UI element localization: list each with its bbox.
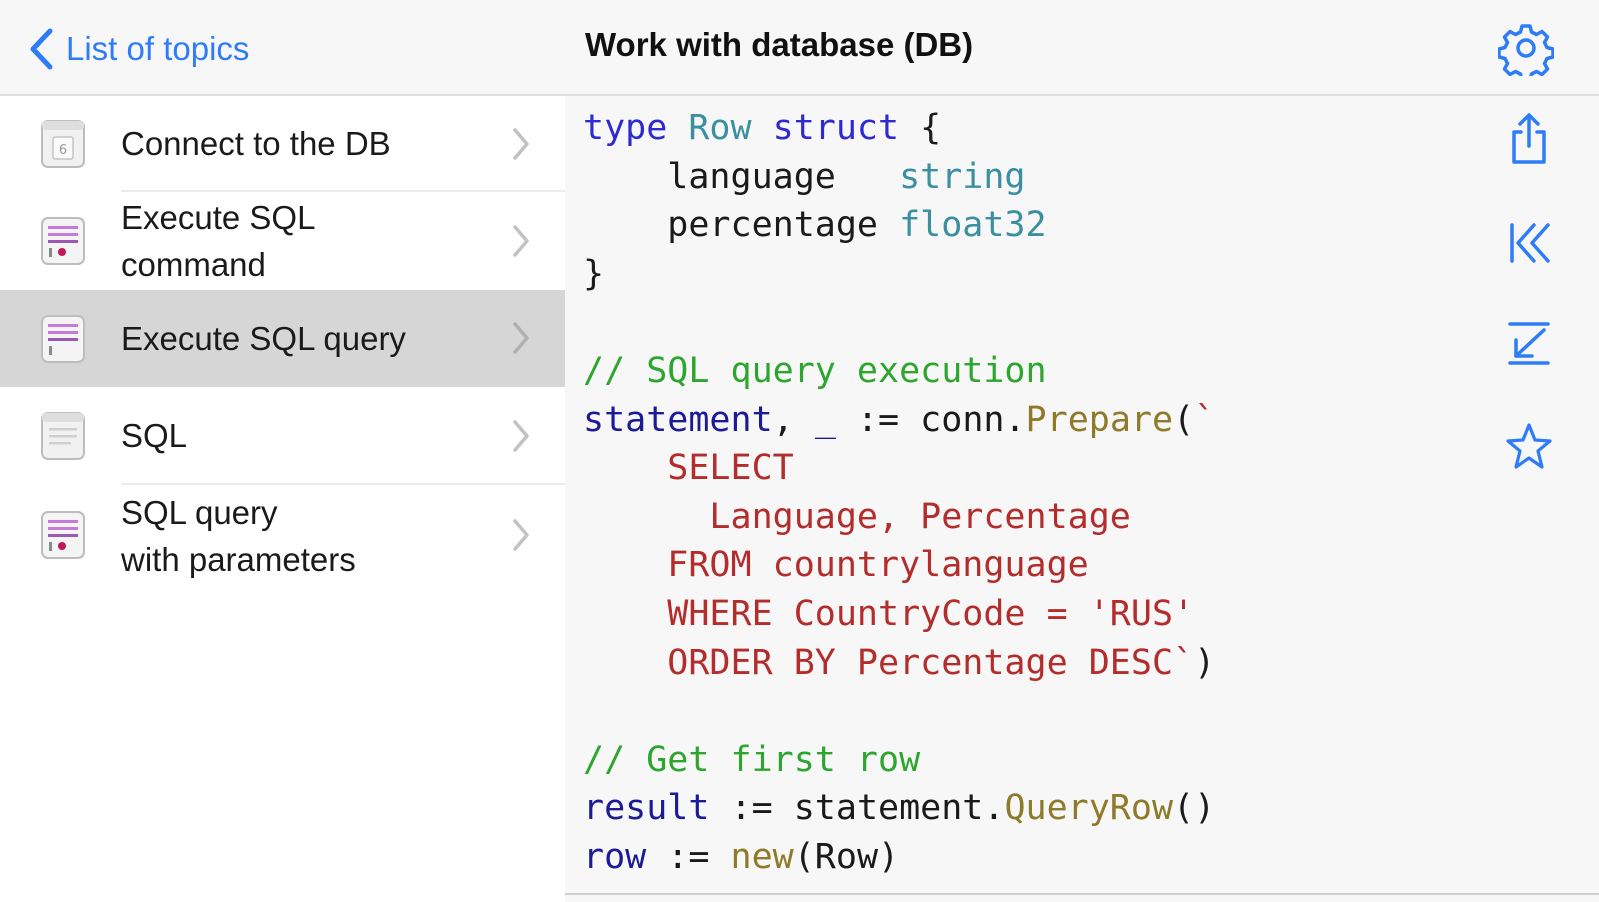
go-to-start-icon[interactable] [1504,216,1554,270]
navigation-bar: List of topics Work with database (DB) [0,0,1599,96]
label-line-2: command [121,246,266,283]
code-line-4: } [583,253,605,294]
scroll-to-end-icon[interactable] [1504,316,1554,370]
code-line-10: FROM countrylanguage [583,545,1089,586]
list-item-execute-sql-command[interactable]: Execute SQL command [0,192,565,290]
topics-list: 6 Connect to the DB Execute SQL command [0,96,565,900]
code-viewer[interactable]: type Row struct { language string percen… [565,96,1599,900]
share-icon[interactable] [1504,112,1554,166]
label-line-2: with parameters [121,541,356,578]
label-line-1: Execute SQL [121,199,316,236]
favorite-star-icon[interactable] [1504,420,1554,474]
code-line-16: row := new(Row) [583,836,900,877]
code-line-7: statement, _ := conn.Prepare(` [583,399,1216,440]
code-line-2: language string [583,156,1026,197]
chevron-right-icon [513,322,529,354]
chevron-left-icon [30,28,53,70]
chevron-right-icon [513,420,529,452]
list-item-sql[interactable]: SQL [0,387,565,485]
code-line-12: ORDER BY Percentage DESC`) [583,642,1216,683]
code-line-3: percentage float32 [583,205,1047,246]
chevron-right-icon [513,519,529,551]
list-item-label: SQL query with parameters [121,489,356,583]
list-item-label: Connect to the DB [121,125,391,162]
chevron-right-icon [513,225,529,257]
code-file-icon [41,511,85,559]
code-line-8: SELECT [583,448,794,489]
code-file-icon [41,315,85,363]
list-item-label: Execute SQL query [121,320,406,357]
code-line-1: type Row struct { [583,108,942,148]
list-item-connect-to-db[interactable]: 6 Connect to the DB [0,96,565,192]
text-page-icon [41,412,85,460]
code-line-15: result := statement.QueryRow() [583,788,1216,829]
code-overflow-edge [565,893,1599,902]
code-block: type Row struct { language string percen… [583,104,1215,882]
list-item-label: SQL [121,417,188,454]
code-line: type Row struct { [583,108,941,148]
list-item-execute-sql-query[interactable]: Execute SQL query [0,290,565,387]
list-item-sql-query-with-parameters[interactable]: SQL query with parameters [0,485,565,585]
numbered-page-icon: 6 [41,120,85,168]
chevron-right-icon [513,128,529,160]
code-line-6: // SQL query execution [583,350,1047,391]
settings-gear-icon[interactable] [1498,20,1554,76]
back-button-label: List of topics [66,30,250,67]
list-item-label: Execute SQL command [121,194,315,288]
label-line-1: SQL query [121,494,278,531]
svg-text:6: 6 [59,143,67,158]
code-file-icon [41,217,85,265]
back-button[interactable]: List of topics [28,24,249,74]
page-title: Work with database (DB) [585,26,974,63]
code-line-9: Language, Percentage [583,496,1131,537]
code-line-11: WHERE CountryCode = 'RUS' [583,593,1195,634]
code-line-14: // Get first row [583,739,921,780]
